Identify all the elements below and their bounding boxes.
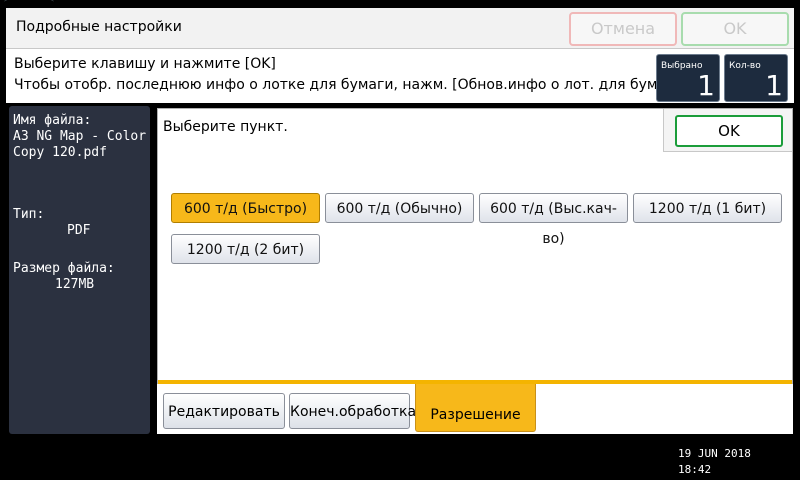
selected-counter: Выбрано 1 xyxy=(656,54,720,102)
corner-decoration xyxy=(4,0,54,8)
quantity-counter: Кол-во 1 xyxy=(724,54,788,102)
file-info-panel: Имя файла: A3 NG Map - Color Copy 120.pd… xyxy=(9,106,150,434)
cancel-button[interactable]: Отмена xyxy=(569,12,677,46)
file-size-value: 127MB xyxy=(55,277,95,292)
quantity-counter-label: Кол-во xyxy=(729,61,761,71)
ok-box: OK xyxy=(663,109,792,152)
option-1200-2bit[interactable]: 1200 т/д (2 бит) xyxy=(171,234,320,264)
file-type-label: Тип: xyxy=(13,207,45,222)
status-time: 18:42 xyxy=(678,463,712,476)
screen: Подробные настройки Отмена OK Выберите к… xyxy=(0,0,800,480)
resolution-panel: Выберите пункт. OK 600 т/д (Быстро) 600 … xyxy=(157,108,793,386)
tab-finishing[interactable]: Конеч.обработка xyxy=(289,393,416,429)
message-area: Выберите клавишу и нажмите [OK] Чтобы от… xyxy=(6,49,794,103)
title-bar: Подробные настройки Отмена OK xyxy=(6,8,794,49)
tray-info-text: Чтобы отобр. последнюю инфо о лотке для … xyxy=(14,77,672,93)
option-1200-1bit[interactable]: 1200 т/д (1 бит) xyxy=(633,193,782,223)
ok-button-top[interactable]: OK xyxy=(681,12,789,46)
tab-edit[interactable]: Редактировать xyxy=(163,393,285,429)
option-600-normal[interactable]: 600 т/д (Обычно) xyxy=(325,193,474,223)
tab-bar: Редактировать Конеч.обработка Разрешение xyxy=(157,384,793,434)
option-600-fast[interactable]: 600 т/д (Быстро) xyxy=(171,193,320,223)
selected-counter-value: 1 xyxy=(697,69,715,102)
status-bar: 19 JUN 2018 18:42 xyxy=(0,444,800,480)
tab-resolution[interactable]: Разрешение xyxy=(415,384,536,432)
select-prompt: Выберите пункт. xyxy=(163,119,288,135)
ok-button[interactable]: OK xyxy=(675,115,783,147)
option-600-high-quality[interactable]: 600 т/д (Выс.кач-во) xyxy=(479,193,628,247)
file-name-label: Имя файла: xyxy=(13,113,92,128)
file-size-label: Размер файла: xyxy=(13,261,115,276)
page-title: Подробные настройки xyxy=(16,19,182,35)
file-name-value: A3 NG Map - Color Copy 120.pdf xyxy=(13,129,147,160)
status-date: 19 JUN 2018 xyxy=(678,447,751,460)
file-type-value: PDF xyxy=(67,223,91,238)
instruction-text: Выберите клавишу и нажмите [OK] xyxy=(14,56,276,72)
quantity-counter-value: 1 xyxy=(765,69,783,102)
